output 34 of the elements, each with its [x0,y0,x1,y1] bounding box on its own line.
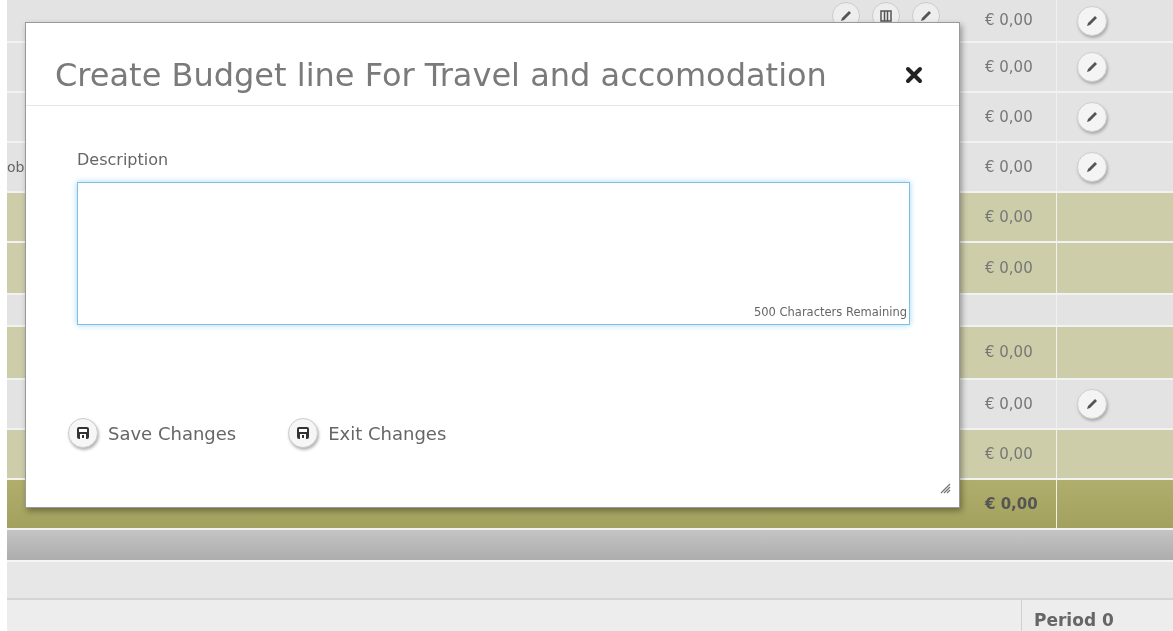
close-button[interactable] [905,66,923,84]
edit-button[interactable] [1077,152,1107,182]
field-label: Description [77,149,169,171]
save-icon [76,426,90,440]
grid-icon [880,10,892,22]
close-icon [905,66,923,84]
pencil-icon [1085,160,1099,174]
amount-cell-text: € 0,00 [985,156,1033,178]
amount-cell-text: € 0,00 [985,257,1033,279]
amount-cell-text: € 0,00 [985,10,1033,32]
amount-cell-text: € 0,00 [985,443,1033,465]
edit-button[interactable] [1077,5,1107,36]
amount-cell-text: € 0,00 [985,493,1038,515]
pencil-icon [1085,60,1099,74]
amount-cell-text: € 0,00 [985,393,1033,415]
description-field[interactable]: 500 Characters Remaining [77,182,910,325]
scrollbar[interactable] [7,530,1173,560]
amount-cell-text: € 0,00 [985,206,1033,228]
amount-cell-text: € 0,00 [985,342,1033,364]
edit-button[interactable] [1077,389,1107,419]
row-label: ob [7,157,25,177]
dialog-button[interactable]: Save Changes [68,418,237,448]
amount-cell-text: € 0,00 [985,56,1033,78]
edit-button[interactable] [1077,52,1107,82]
dialog-title: Create Budget line For Travel and accomodation [55,55,827,96]
edit-button[interactable] [1077,102,1107,132]
save-icon [296,426,311,440]
pencil-icon [1085,397,1099,411]
amount-cell-text: € 0,00 [985,106,1033,128]
pencil-icon [1085,13,1099,28]
character-counter: 500 Characters Remaining [753,303,907,321]
pencil-icon [1085,110,1099,124]
dialog-button[interactable]: Exit Changes [288,418,447,448]
column-header: Period 0 [1033,609,1114,631]
